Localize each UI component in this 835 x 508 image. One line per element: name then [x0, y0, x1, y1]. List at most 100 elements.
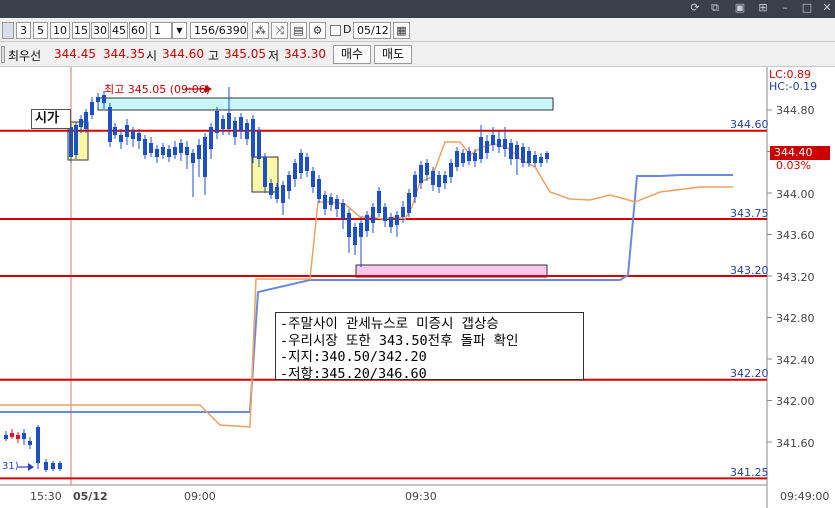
candle-down	[407, 193, 411, 213]
candle-down	[185, 147, 189, 155]
tools-icon[interactable]: ⤨	[271, 22, 288, 39]
candle-down	[425, 163, 429, 175]
calendar-icon[interactable]: ▦	[393, 22, 410, 39]
period-15-button[interactable]: 15	[72, 22, 90, 39]
low-label: 저	[268, 49, 280, 63]
candle-down	[413, 175, 417, 197]
candle-down	[84, 112, 88, 129]
candle-down	[317, 179, 321, 199]
price-chart[interactable]: 최고 345.05 (09:06) 시가 31) LC:0.89 HC:-0.1…	[0, 67, 835, 508]
candle-down	[125, 125, 129, 137]
minimize-icon[interactable]: –	[778, 1, 792, 15]
note-line-3: -지지:340.50/342.20	[280, 349, 427, 365]
candle-down	[455, 151, 459, 167]
orange-moving-average	[0, 141, 733, 428]
count-field[interactable]: 156/6390	[190, 22, 248, 39]
candle-down	[74, 125, 78, 155]
open-marker-label: 시가	[31, 109, 71, 129]
period-60-button[interactable]: 60	[129, 22, 147, 39]
candle-down	[419, 165, 423, 183]
candle-down	[359, 223, 363, 237]
sell-button[interactable]: 매도	[374, 45, 412, 64]
candle-down	[36, 427, 40, 463]
close-icon[interactable]: ✕	[820, 1, 834, 15]
candle-down	[269, 183, 273, 195]
current-change: 0.03%	[776, 159, 811, 172]
candle-down	[467, 151, 471, 161]
period-30-button[interactable]: 30	[91, 22, 109, 39]
candle-down	[323, 195, 327, 209]
note-line-1: -주말사이 관세뉴스로 미증시 갭상승	[280, 316, 499, 332]
candle-down	[167, 149, 171, 157]
candle-down	[371, 207, 375, 223]
interval-dropdown-icon[interactable]: ▼	[172, 22, 187, 39]
low-price: 343.30	[284, 47, 326, 61]
candle-down	[533, 155, 537, 163]
line-label-343-20: 343.20	[730, 264, 769, 277]
current-price-tag: 344.40	[770, 146, 830, 160]
candle-down	[473, 153, 477, 161]
y-tick-341-60: 341.60	[776, 437, 815, 450]
popout-icon[interactable]: ⊞	[756, 1, 770, 15]
candle-up	[10, 433, 14, 437]
candle-down	[96, 97, 100, 102]
candle-down	[197, 145, 201, 159]
candle-down	[503, 139, 507, 149]
candle-down	[69, 127, 73, 157]
y-tick-343-20: 343.20	[776, 271, 815, 284]
candle-down	[251, 119, 255, 157]
candle-down	[539, 157, 543, 163]
candle-down	[293, 163, 297, 179]
hc-value: HC:-0.19	[769, 80, 818, 93]
candle-down	[479, 137, 483, 159]
maximize-icon[interactable]: ▣	[733, 1, 747, 15]
maximize-window-icon[interactable]: □	[800, 1, 814, 15]
period-3-button[interactable]: 3	[16, 22, 31, 39]
high-zone-box	[97, 97, 554, 111]
candle-down	[491, 135, 495, 145]
candle-down	[329, 197, 333, 205]
restore-window-icon[interactable]: ⧉	[708, 1, 722, 15]
period-45-button[interactable]: 45	[110, 22, 128, 39]
candle-down	[79, 119, 83, 127]
candle-down	[275, 187, 279, 199]
candle-down	[311, 171, 315, 187]
gear-icon[interactable]: ⚙	[309, 22, 326, 39]
y-tick-343-60: 343.60	[776, 229, 815, 242]
chart-settings-icon[interactable]: ⁂	[252, 22, 269, 39]
high-marker-label: 최고 345.05 (09:06)	[104, 83, 211, 96]
best-quote-label: 최우선	[8, 49, 42, 63]
candle-down	[545, 153, 549, 159]
analysis-note: -주말사이 관세뉴스로 미증시 갭상승 -우리시장 또한 343.50전후 돌파 …	[275, 312, 584, 382]
date-checkbox[interactable]	[330, 25, 341, 36]
candle-down	[515, 145, 519, 159]
open-price: 344.60	[162, 47, 204, 61]
toolbar2-grip	[1, 46, 5, 63]
interval-input[interactable]: 1	[150, 22, 172, 39]
candle-down	[4, 435, 8, 439]
date-field[interactable]: 05/12	[353, 22, 391, 39]
x-tick-15-30: 15:30	[30, 490, 62, 503]
buy-button[interactable]: 매수	[333, 45, 371, 64]
candle-down	[137, 133, 141, 141]
candle-down	[401, 207, 405, 217]
candle-down	[22, 433, 26, 439]
period-10-button[interactable]: 10	[50, 22, 70, 39]
candle-down	[281, 185, 285, 203]
save-icon[interactable]: ▤	[290, 22, 307, 39]
candle-down	[263, 157, 267, 187]
line-label-344-60: 344.60	[730, 118, 769, 131]
y-tick-342-80: 342.80	[776, 312, 815, 325]
period-5-button[interactable]: 5	[33, 22, 48, 39]
x-tick-05-12: 05/12	[73, 490, 108, 503]
candle-down	[509, 143, 513, 159]
candle-down	[191, 153, 195, 163]
candle-down	[233, 121, 237, 137]
candle-down	[51, 463, 55, 469]
candle-down	[257, 131, 261, 159]
y-tick-344-80: 344.80	[776, 104, 815, 117]
candle-down	[149, 143, 153, 153]
candle-down	[305, 157, 309, 171]
link-icon[interactable]: ⟳	[688, 1, 702, 15]
toolbar-grip	[2, 22, 14, 39]
